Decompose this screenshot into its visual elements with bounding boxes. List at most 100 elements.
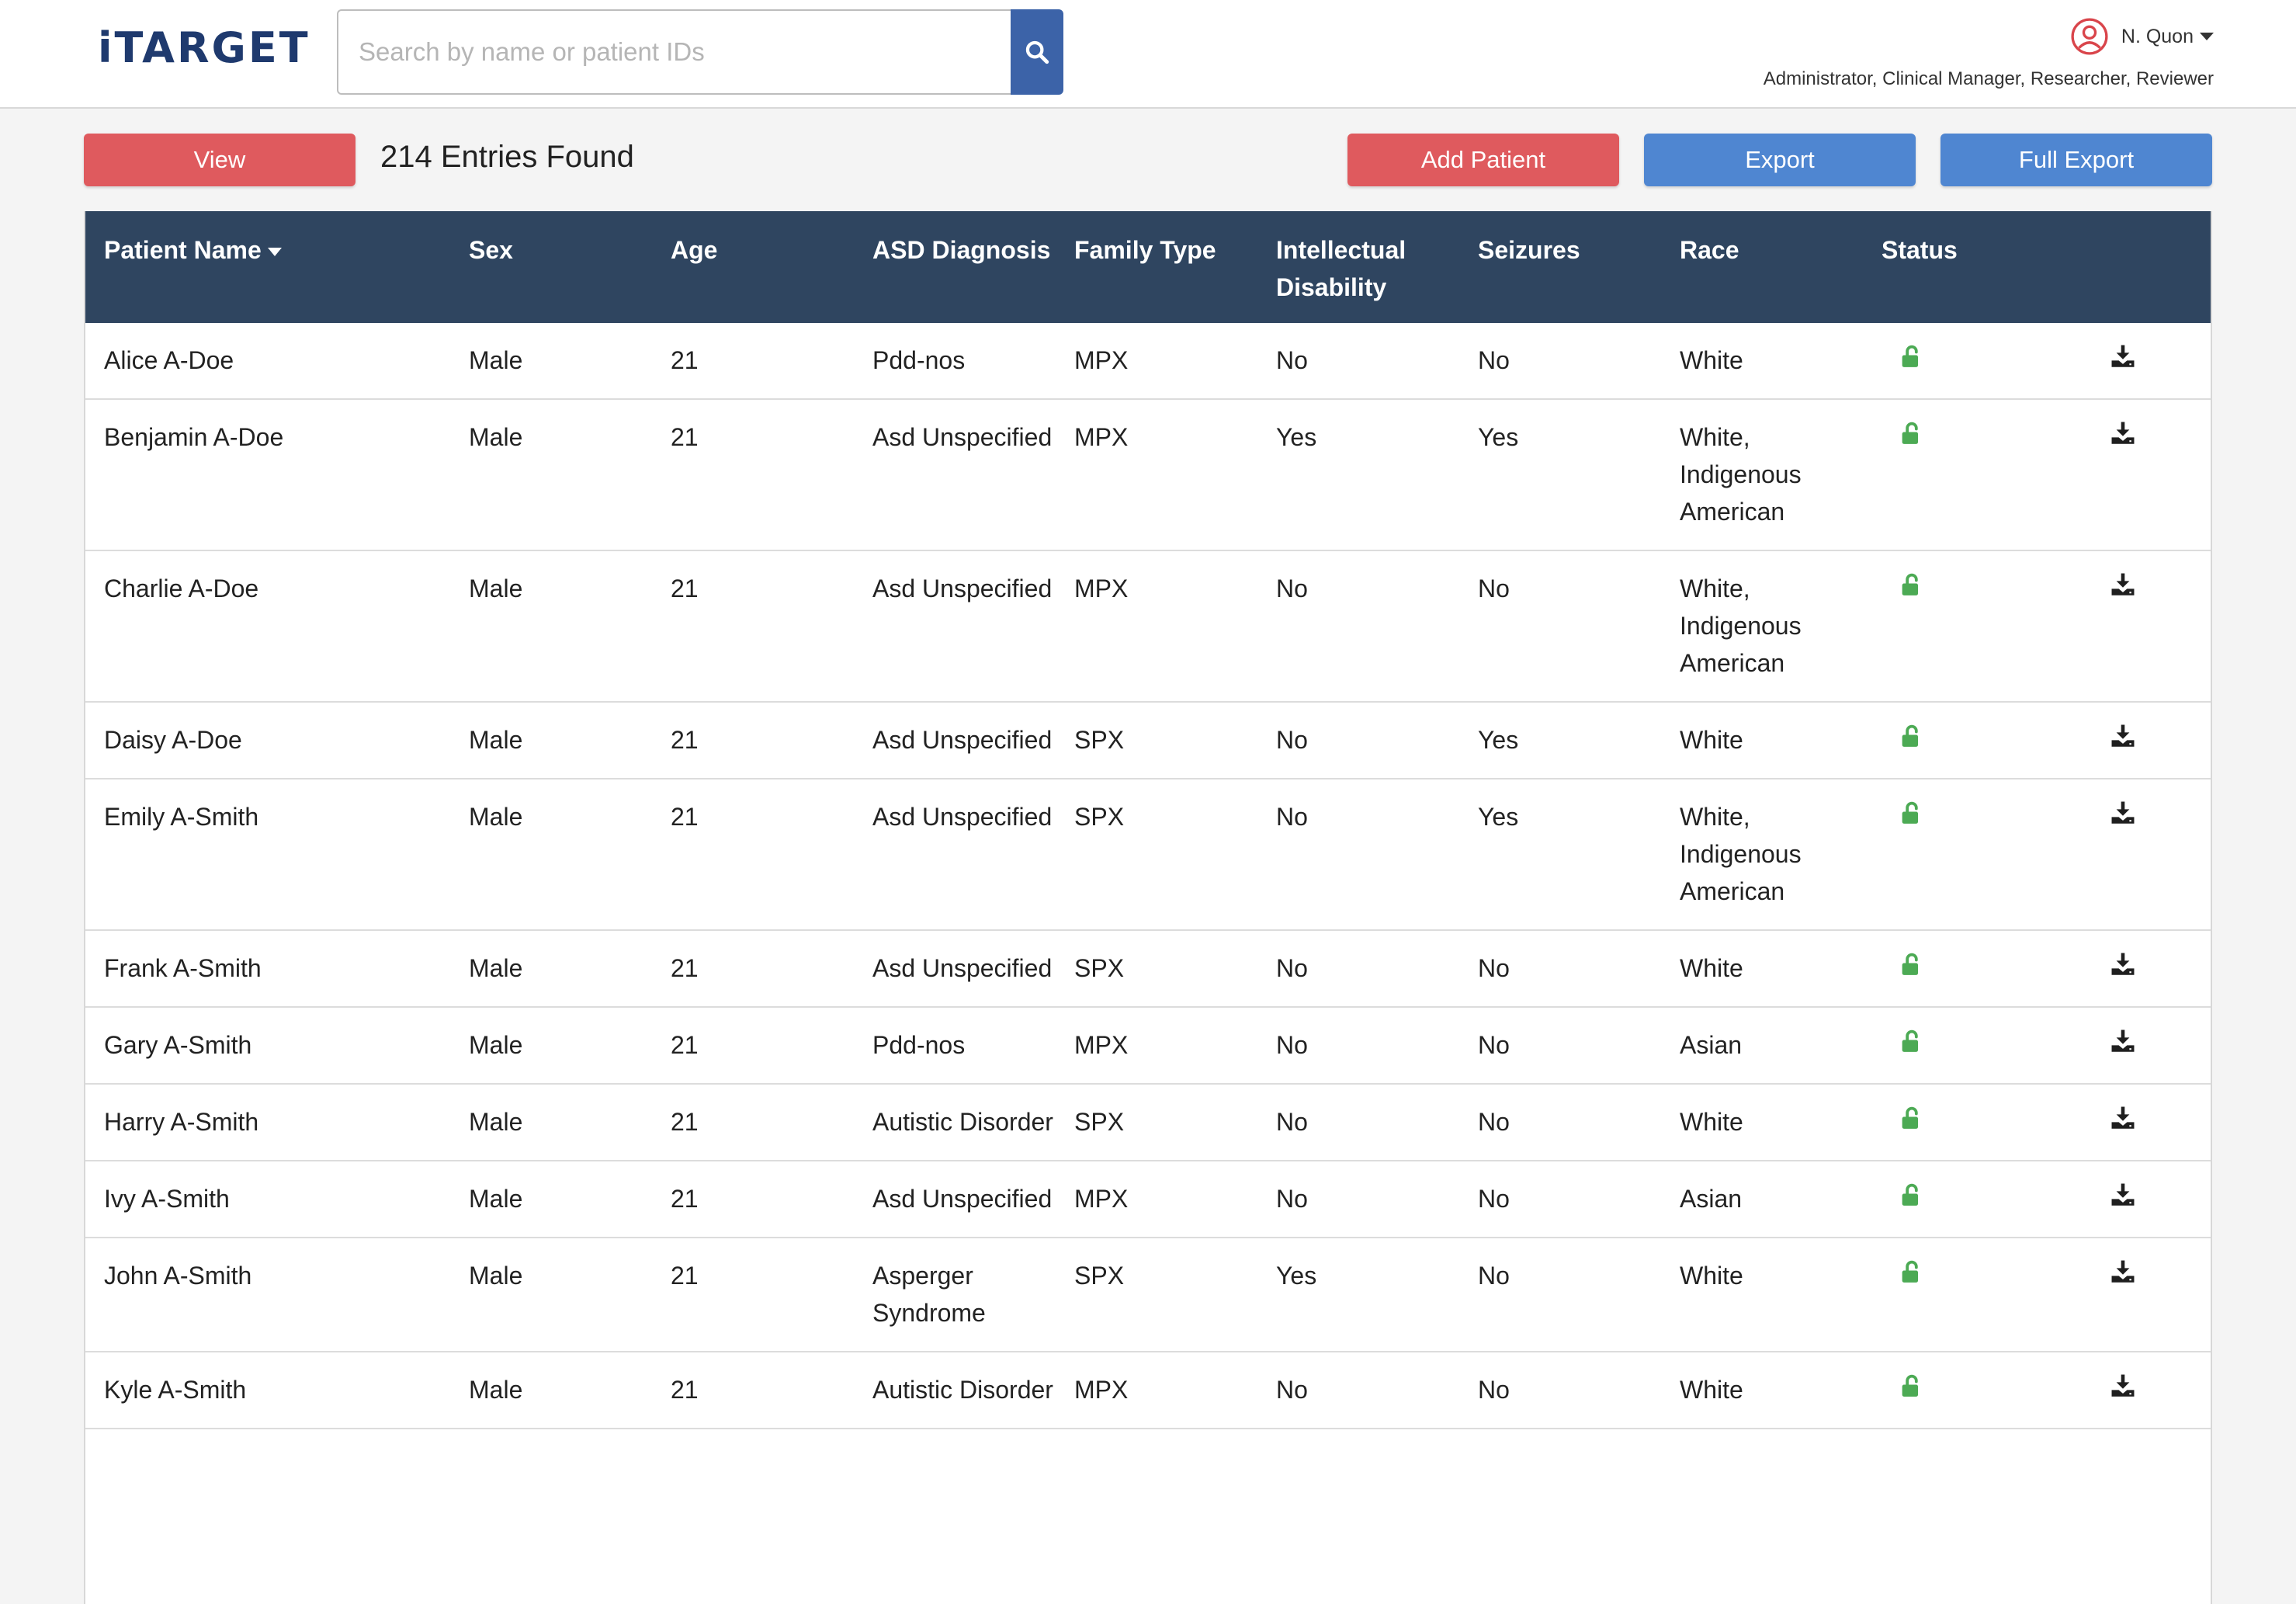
cell-patient-name[interactable]: Daisy A-Doe <box>85 702 450 779</box>
table-row[interactable]: Ivy A-Smith Male 21 Asd Unspecified MPX No No A… <box>85 1161 2211 1238</box>
download-icon[interactable] <box>2110 1103 2136 1141</box>
view-button[interactable]: View <box>84 134 355 186</box>
cell-intellectual-disability: No <box>1257 1007 1459 1085</box>
table-row[interactable]: Harry A-Smith Male 21 Autistic Disorder SPX N… <box>85 1084 2211 1161</box>
cell-actions <box>2065 1161 2211 1238</box>
cell-age: 21 <box>652 1007 854 1085</box>
table-row[interactable]: Gary A-Smith Male 21 Pdd-nos MPX No No Asian <box>85 1007 2211 1085</box>
table-row[interactable]: Frank A-Smith Male 21 Asd Unspecified SPX No N… <box>85 930 2211 1008</box>
cell-asd-diagnosis: Asperger Syndrome <box>854 1238 1056 1352</box>
cell-actions <box>2065 930 2211 1008</box>
column-header-family-type: Family Type <box>1074 236 1216 264</box>
cell-race: White <box>1661 930 1863 1008</box>
user-name[interactable]: N. Quon <box>2121 26 2194 48</box>
cell-family-type: SPX <box>1056 930 1257 1008</box>
search-input[interactable] <box>337 9 1012 95</box>
download-icon[interactable] <box>2110 418 2136 456</box>
cell-sex: Male <box>450 1161 652 1238</box>
table-row[interactable]: Benjamin A-Doe Male 21 Asd Unspecified MPX Ye… <box>85 399 2211 551</box>
cell-patient-name[interactable]: Emily A-Smith <box>85 779 450 931</box>
cell-family-type: MPX <box>1056 1007 1257 1085</box>
unlock-icon[interactable] <box>1900 1180 1923 1217</box>
cell-patient-name[interactable]: John A-Smith <box>85 1238 450 1352</box>
cell-seizures: No <box>1459 1161 1661 1238</box>
unlock-icon[interactable] <box>1900 1257 1923 1294</box>
table-row[interactable]: Daisy A-Doe Male 21 Asd Unspecified SPX No Yes… <box>85 702 2211 779</box>
download-icon[interactable] <box>2110 1257 2136 1294</box>
download-icon[interactable] <box>2110 798 2136 835</box>
cell-age: 21 <box>652 550 854 703</box>
unlock-icon[interactable] <box>1900 950 1923 987</box>
cell-actions <box>2065 550 2211 703</box>
download-icon[interactable] <box>2110 570 2136 607</box>
column-header-patient-name[interactable]: Patient Name <box>85 211 450 323</box>
cell-intellectual-disability: No <box>1257 1161 1459 1238</box>
table-row[interactable]: John A-Smith Male 21 Asperger Syndrome SPX Ye… <box>85 1238 2211 1352</box>
cell-seizures: No <box>1459 930 1661 1008</box>
cell-sex: Male <box>450 323 652 400</box>
full-export-button[interactable]: Full Export <box>1941 134 2212 186</box>
table-row[interactable]: Alice A-Doe Male 21 Pdd-nos MPX No No White <box>85 323 2211 400</box>
unlock-icon[interactable] <box>1900 1371 1923 1408</box>
cell-status <box>1863 1238 2065 1352</box>
cell-asd-diagnosis: Pdd-nos <box>854 1007 1056 1085</box>
cell-patient-name[interactable]: Ivy A-Smith <box>85 1161 450 1238</box>
search-icon <box>1025 40 1049 64</box>
cell-family-type: SPX <box>1056 1084 1257 1161</box>
cell-patient-name[interactable]: Harry A-Smith <box>85 1084 450 1161</box>
cell-status <box>1863 1084 2065 1161</box>
cell-sex: Male <box>450 1007 652 1085</box>
cell-intellectual-disability: No <box>1257 1352 1459 1429</box>
cell-patient-name[interactable]: Charlie A-Doe <box>85 550 450 703</box>
cell-actions <box>2065 323 2211 400</box>
cell-patient-name[interactable]: Gary A-Smith <box>85 1007 450 1085</box>
chevron-down-icon[interactable] <box>2200 33 2214 40</box>
cell-patient-name[interactable]: Kyle A-Smith <box>85 1352 450 1429</box>
search-button[interactable] <box>1011 9 1063 95</box>
cell-sex: Male <box>450 1084 652 1161</box>
cell-race: White <box>1661 323 1863 400</box>
cell-race: White <box>1661 1238 1863 1352</box>
user-menu[interactable]: N. Quon Administrator, Clinical Manager,… <box>1764 17 2214 90</box>
download-icon[interactable] <box>2110 1026 2136 1064</box>
download-icon[interactable] <box>2110 950 2136 987</box>
unlock-icon[interactable] <box>1900 1026 1923 1064</box>
column-header-status: Status <box>1882 236 1958 264</box>
unlock-icon[interactable] <box>1900 1103 1923 1141</box>
patients-table-container: Patient Name Sex Age ASD Diagnosis Famil… <box>84 211 2212 1604</box>
cell-age: 21 <box>652 399 854 551</box>
cell-sex: Male <box>450 399 652 551</box>
unlock-icon[interactable] <box>1900 342 1923 379</box>
app-logo[interactable]: iTARGET <box>98 23 310 72</box>
unlock-icon[interactable] <box>1900 570 1923 607</box>
cell-family-type: MPX <box>1056 399 1257 551</box>
user-roles: Administrator, Clinical Manager, Researc… <box>1763 68 2214 89</box>
cell-asd-diagnosis: Autistic Disorder <box>854 1084 1056 1161</box>
cell-status <box>1863 399 2065 551</box>
sort-down-icon[interactable] <box>267 248 282 257</box>
table-body: Alice A-Doe Male 21 Pdd-nos MPX No No White Benj… <box>85 323 2211 1429</box>
cell-patient-name[interactable]: Benjamin A-Doe <box>85 399 450 551</box>
table-row[interactable]: Kyle A-Smith Male 21 Autistic Disorder MPX No… <box>85 1352 2211 1429</box>
unlock-icon[interactable] <box>1900 798 1923 835</box>
add-patient-button[interactable]: Add Patient <box>1347 134 1619 186</box>
cell-asd-diagnosis: Pdd-nos <box>854 323 1056 400</box>
cell-seizures: No <box>1459 1007 1661 1085</box>
cell-race: White, Indigenous American <box>1661 779 1863 931</box>
table-row[interactable]: Charlie A-Doe Male 21 Asd Unspecified MPX No N… <box>85 550 2211 703</box>
unlock-icon[interactable] <box>1900 721 1923 759</box>
cell-patient-name[interactable]: Alice A-Doe <box>85 323 450 400</box>
download-icon[interactable] <box>2110 1180 2136 1217</box>
download-icon[interactable] <box>2110 342 2136 379</box>
export-button[interactable]: Export <box>1644 134 1916 186</box>
download-icon[interactable] <box>2110 1371 2136 1408</box>
column-header-intellectual-disability: Intellectual Disability <box>1276 236 1406 301</box>
cell-patient-name[interactable]: Frank A-Smith <box>85 930 450 1008</box>
cell-asd-diagnosis: Autistic Disorder <box>854 1352 1056 1429</box>
cell-actions <box>2065 1007 2211 1085</box>
cell-seizures: No <box>1459 1084 1661 1161</box>
cell-intellectual-disability: Yes <box>1257 399 1459 551</box>
table-row[interactable]: Emily A-Smith Male 21 Asd Unspecified SPX No Y… <box>85 779 2211 931</box>
unlock-icon[interactable] <box>1900 418 1923 456</box>
download-icon[interactable] <box>2110 721 2136 759</box>
